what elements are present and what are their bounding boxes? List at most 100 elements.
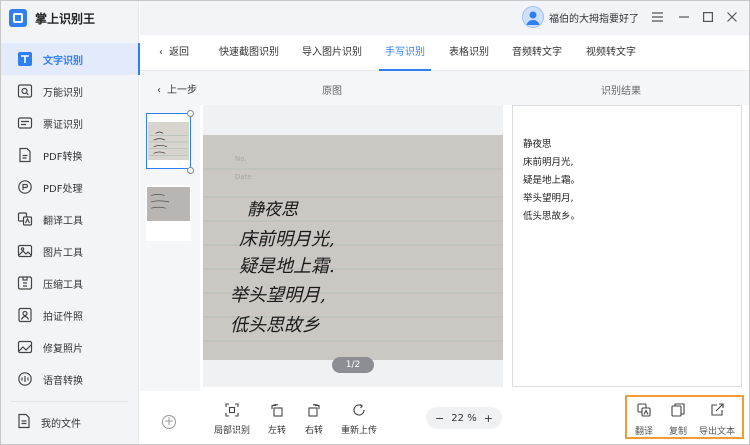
page-thumbnail[interactable]: [146, 110, 194, 174]
tool-label: 左转: [268, 426, 287, 436]
zoom-control: − 22 % +: [426, 407, 502, 429]
pdf-convert-icon: [16, 146, 34, 164]
partial-recognition-button[interactable]: 局部识别: [214, 402, 250, 436]
tab-table[interactable]: 表格识别: [449, 35, 489, 71]
ticket-icon: [16, 114, 34, 132]
handwriting-photo: No. Date 静夜思 床前明月光, 疑是地上霜. 举头望明月, 低头思故乡: [203, 135, 503, 360]
svg-text:Date: Date: [235, 173, 252, 181]
sidebar-item-pdf-convert[interactable]: PDF转换: [1, 139, 139, 171]
translate-label: 翻译: [635, 427, 654, 437]
tool-label: 右转: [305, 426, 324, 436]
sidebar-item-image-tools[interactable]: 图片工具: [1, 235, 139, 267]
sidebar-item-label: 万能识别: [43, 87, 83, 99]
sidebar-item-text-recognition[interactable]: 文字识别: [1, 43, 140, 75]
handwriting-line: 床前明月光,: [239, 229, 335, 250]
sidebar-item-repair-photo[interactable]: 修复照片: [1, 331, 139, 363]
zoom-in-button[interactable]: +: [484, 412, 493, 425]
sidebar-item-label: PDF处理: [43, 183, 83, 195]
sidebar-item-label: 票证识别: [43, 119, 83, 131]
svg-text:No.: No.: [235, 155, 247, 163]
sidebar-item-label: 图片工具: [43, 247, 83, 259]
pdf-process-icon: [16, 178, 34, 196]
sidebar-item-label: 语音转换: [43, 375, 83, 387]
copy-button[interactable]: 复制: [669, 403, 687, 437]
tool-label: 局部识别: [214, 426, 251, 436]
reupload-button[interactable]: 重新上传: [341, 402, 377, 436]
rotate-right-icon: [306, 402, 322, 418]
sidebar-item-pdf-process[interactable]: PDF处理: [1, 171, 139, 203]
my-files-button[interactable]: 我的文件: [16, 413, 81, 432]
page-indicator: 1/2: [332, 357, 374, 373]
menu-button[interactable]: [650, 10, 664, 24]
original-image-heading: 原图: [322, 86, 342, 97]
handwriting-line: 疑是地上霜.: [239, 256, 335, 277]
tab-quick-screenshot[interactable]: 快速截图识别: [219, 35, 279, 71]
previous-step-label: 上一步: [167, 85, 197, 96]
username: 福伯的大拇指要好了: [549, 13, 639, 25]
export-icon: [710, 403, 724, 420]
rotate-left-button[interactable]: 左转: [268, 402, 286, 436]
page-thumbnail[interactable]: [146, 185, 191, 241]
close-button[interactable]: [725, 10, 739, 24]
result-heading: 识别结果: [601, 86, 641, 97]
thumbnail-strip: [140, 105, 200, 405]
result-line: 举头望明月,: [523, 193, 574, 204]
folder-icon: [16, 413, 32, 432]
remove-page-icon[interactable]: [187, 110, 194, 117]
add-page-button[interactable]: +: [162, 415, 176, 429]
my-files-label: 我的文件: [41, 419, 81, 430]
translate-icon: [637, 403, 651, 420]
sidebar-item-universal-recognition[interactable]: 万能识别: [1, 75, 139, 107]
rotate-right-button[interactable]: 右转: [305, 402, 323, 436]
sidebar-nav: 文字识别 万能识别 票证识别 PDF转换 PDF处理 翻译工具 图片工具 压缩工…: [1, 43, 140, 395]
tab-import-image[interactable]: 导入图片识别: [302, 35, 362, 71]
close-icon: [727, 12, 737, 22]
refresh-icon: [351, 402, 367, 418]
sidebar-item-ticket-recognition[interactable]: 票证识别: [1, 107, 139, 139]
export-text-button[interactable]: 导出文本: [699, 403, 735, 437]
handwriting-line: 举头望明月,: [230, 285, 326, 306]
sidebar-item-label: 拍证件照: [43, 311, 83, 323]
copy-icon: [671, 403, 685, 420]
zoom-out-button[interactable]: −: [435, 412, 444, 425]
crop-select-icon: [224, 402, 240, 418]
back-label: 返回: [169, 47, 189, 58]
tab-audio-to-text[interactable]: 音频转文字: [512, 35, 562, 71]
translate-icon: [16, 210, 34, 228]
maximize-icon: [703, 12, 713, 22]
tab-video-to-text[interactable]: 视频转文字: [586, 35, 636, 71]
handwriting-line: 静夜思: [247, 200, 299, 220]
chevron-left-icon: ‹: [159, 47, 163, 58]
bottom-toolbar: + 局部识别 左转 右转 重新上传 − 22 % + 翻译 复制 导出文本: [140, 391, 749, 444]
previous-step-button[interactable]: ‹ 上一步: [157, 81, 197, 96]
copy-label: 复制: [669, 427, 688, 437]
sidebar-item-label: 修复照片: [43, 343, 83, 355]
sidebar-item-id-photo[interactable]: 拍证件照: [1, 299, 139, 331]
text-recognition-icon: [16, 50, 34, 68]
rotate-left-icon: [269, 402, 285, 418]
translate-button[interactable]: 翻译: [635, 403, 653, 437]
app-logo-icon: [9, 9, 27, 27]
title-bar: 福伯的大拇指要好了: [140, 1, 749, 35]
maximize-button[interactable]: [701, 10, 715, 24]
recognition-result-panel[interactable]: 静夜思 床前明月光, 疑是地上霜。 举头望明月, 低头思故乡。: [512, 105, 742, 387]
id-photo-icon: [16, 306, 34, 324]
export-label: 导出文本: [699, 427, 736, 437]
sidebar-item-label: PDF转换: [43, 151, 83, 163]
sidebar-item-compress[interactable]: 压缩工具: [1, 267, 139, 299]
original-image-viewer[interactable]: No. Date 静夜思 床前明月光, 疑是地上霜. 举头望明月, 低头思故乡 …: [203, 105, 503, 387]
sidebar-item-translate[interactable]: 翻译工具: [1, 203, 139, 235]
result-line: 低头思故乡。: [523, 211, 581, 222]
sidebar-item-label: 翻译工具: [43, 215, 83, 227]
user-profile[interactable]: 福伯的大拇指要好了: [522, 6, 639, 28]
page-handle-icon: [187, 167, 194, 174]
sidebar-item-voice-convert[interactable]: 语音转换: [1, 363, 139, 395]
tool-label: 重新上传: [341, 426, 378, 436]
compress-icon: [16, 274, 34, 292]
result-line: 疑是地上霜。: [523, 175, 581, 186]
sub-header: ‹ 上一步 原图 识别结果: [140, 71, 749, 105]
minimize-button[interactable]: [677, 10, 691, 24]
tab-handwriting[interactable]: 手写识别: [379, 35, 431, 71]
back-button[interactable]: ‹ 返回: [159, 35, 189, 71]
zoom-level: 22 %: [451, 412, 477, 424]
